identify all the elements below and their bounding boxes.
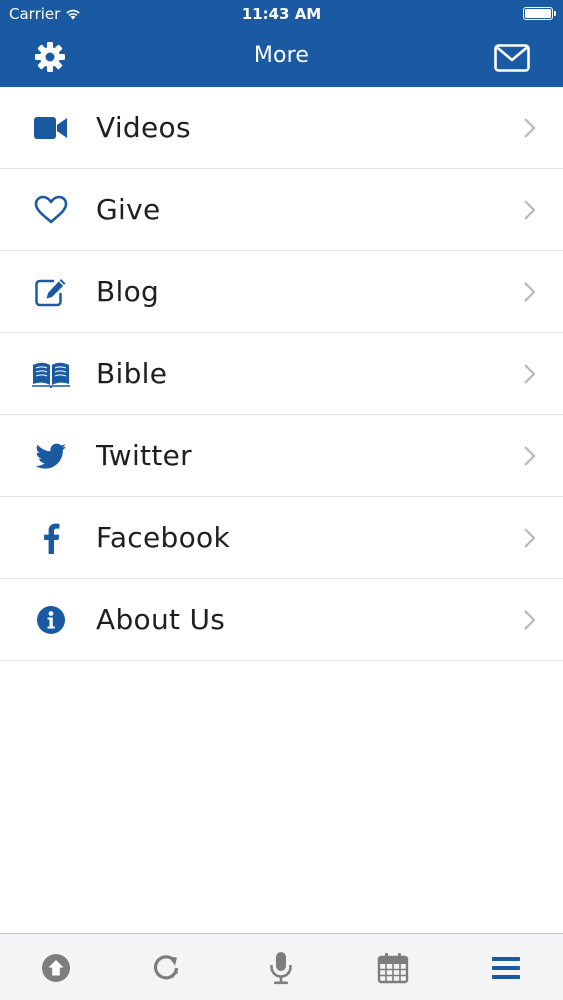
- status-bar: Carrier 11:43 AM: [0, 0, 563, 30]
- chevron-right-icon: [524, 282, 536, 302]
- facebook-icon: [31, 520, 71, 556]
- menu-item-videos[interactable]: Videos: [0, 87, 563, 169]
- tab-more[interactable]: [486, 951, 526, 985]
- menu-item-label: Blog: [96, 275, 160, 308]
- book-icon: [31, 356, 71, 392]
- tab-refresh[interactable]: [146, 951, 186, 985]
- menu-item-blog[interactable]: Blog: [0, 251, 563, 333]
- refresh-icon: [153, 955, 179, 980]
- info-icon: [31, 602, 71, 638]
- menu-item-label: Give: [96, 193, 161, 226]
- chevron-right-icon: [524, 200, 536, 220]
- mail-button[interactable]: [493, 42, 531, 74]
- menu-item-label: Videos: [96, 111, 191, 144]
- video-camera-icon: [31, 110, 71, 146]
- menu-item-label: Twitter: [96, 439, 192, 472]
- chevron-right-icon: [524, 610, 536, 630]
- calendar-icon: [377, 953, 409, 984]
- more-screen: Carrier 11:43 AM More Videos Give Blog B…: [0, 0, 563, 1000]
- menu-item-about-us[interactable]: About Us: [0, 579, 563, 661]
- menu-item-label: Bible: [96, 357, 168, 390]
- page-title: More: [253, 43, 310, 68]
- menu-item-give[interactable]: Give: [0, 169, 563, 251]
- microphone-icon: [270, 952, 292, 985]
- more-menu-list: Videos Give Blog Bible Twitter Facebook …: [0, 87, 563, 661]
- menu-item-twitter[interactable]: Twitter: [0, 415, 563, 497]
- heart-icon: [31, 192, 71, 228]
- hamburger-menu-icon: [492, 957, 520, 979]
- twitter-icon: [31, 438, 71, 474]
- chevron-right-icon: [524, 528, 536, 548]
- tab-audio[interactable]: [261, 951, 301, 985]
- bottom-tab-bar: [0, 933, 563, 1000]
- menu-item-bible[interactable]: Bible: [0, 333, 563, 415]
- chevron-right-icon: [524, 364, 536, 384]
- status-time: 11:43 AM: [241, 5, 322, 23]
- tab-calendar[interactable]: [373, 951, 413, 985]
- menu-item-label: Facebook: [96, 521, 230, 554]
- envelope-icon: [494, 44, 530, 72]
- navigation-header: Carrier 11:43 AM More: [0, 0, 563, 87]
- upload-arrow-icon: [42, 954, 70, 982]
- chevron-right-icon: [524, 446, 536, 466]
- menu-item-facebook[interactable]: Facebook: [0, 497, 563, 579]
- battery-icon: [523, 7, 556, 20]
- edit-icon: [31, 274, 71, 310]
- tab-upload[interactable]: [36, 951, 76, 985]
- menu-item-label: About Us: [96, 603, 226, 636]
- chevron-right-icon: [524, 118, 536, 138]
